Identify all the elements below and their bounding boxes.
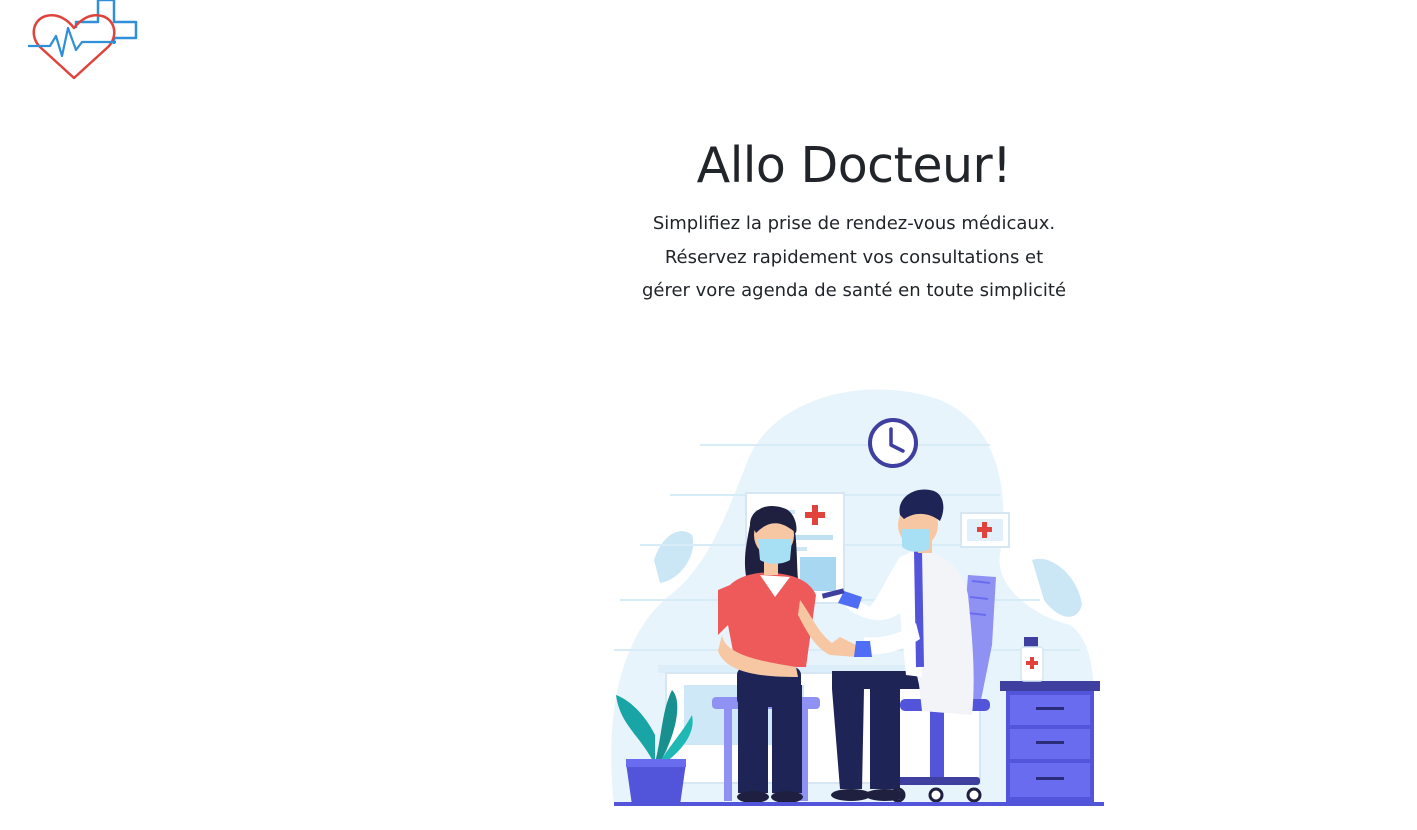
logo-heart-cross-icon[interactable] <box>26 0 141 84</box>
hero-section: Allo Docteur! Simplifiez la prise de ren… <box>600 135 1108 308</box>
tagline-line-1: Simplifiez la prise de rendez-vous médic… <box>652 213 1056 234</box>
tagline-line-3: gérer vore agenda de santé en toute simp… <box>641 280 1067 301</box>
floor-line <box>614 802 1104 806</box>
drawer-cabinet <box>1000 681 1100 803</box>
blob-accent-left <box>654 531 694 583</box>
tagline: Simplifiez la prise de rendez-vous médic… <box>600 207 1108 308</box>
landing-page: Allo Docteur! Simplifiez la prise de ren… <box>0 0 1417 830</box>
doctor-vaccinating-patient-illustration <box>611 389 1104 806</box>
blob-accent-right <box>1032 558 1082 617</box>
tagline-line-2: Réservez rapidement vos consultations et <box>664 246 1044 268</box>
wall-frame <box>960 512 1010 548</box>
page-title: Allo Docteur! <box>696 137 1012 194</box>
wall-clock-icon <box>868 418 918 468</box>
